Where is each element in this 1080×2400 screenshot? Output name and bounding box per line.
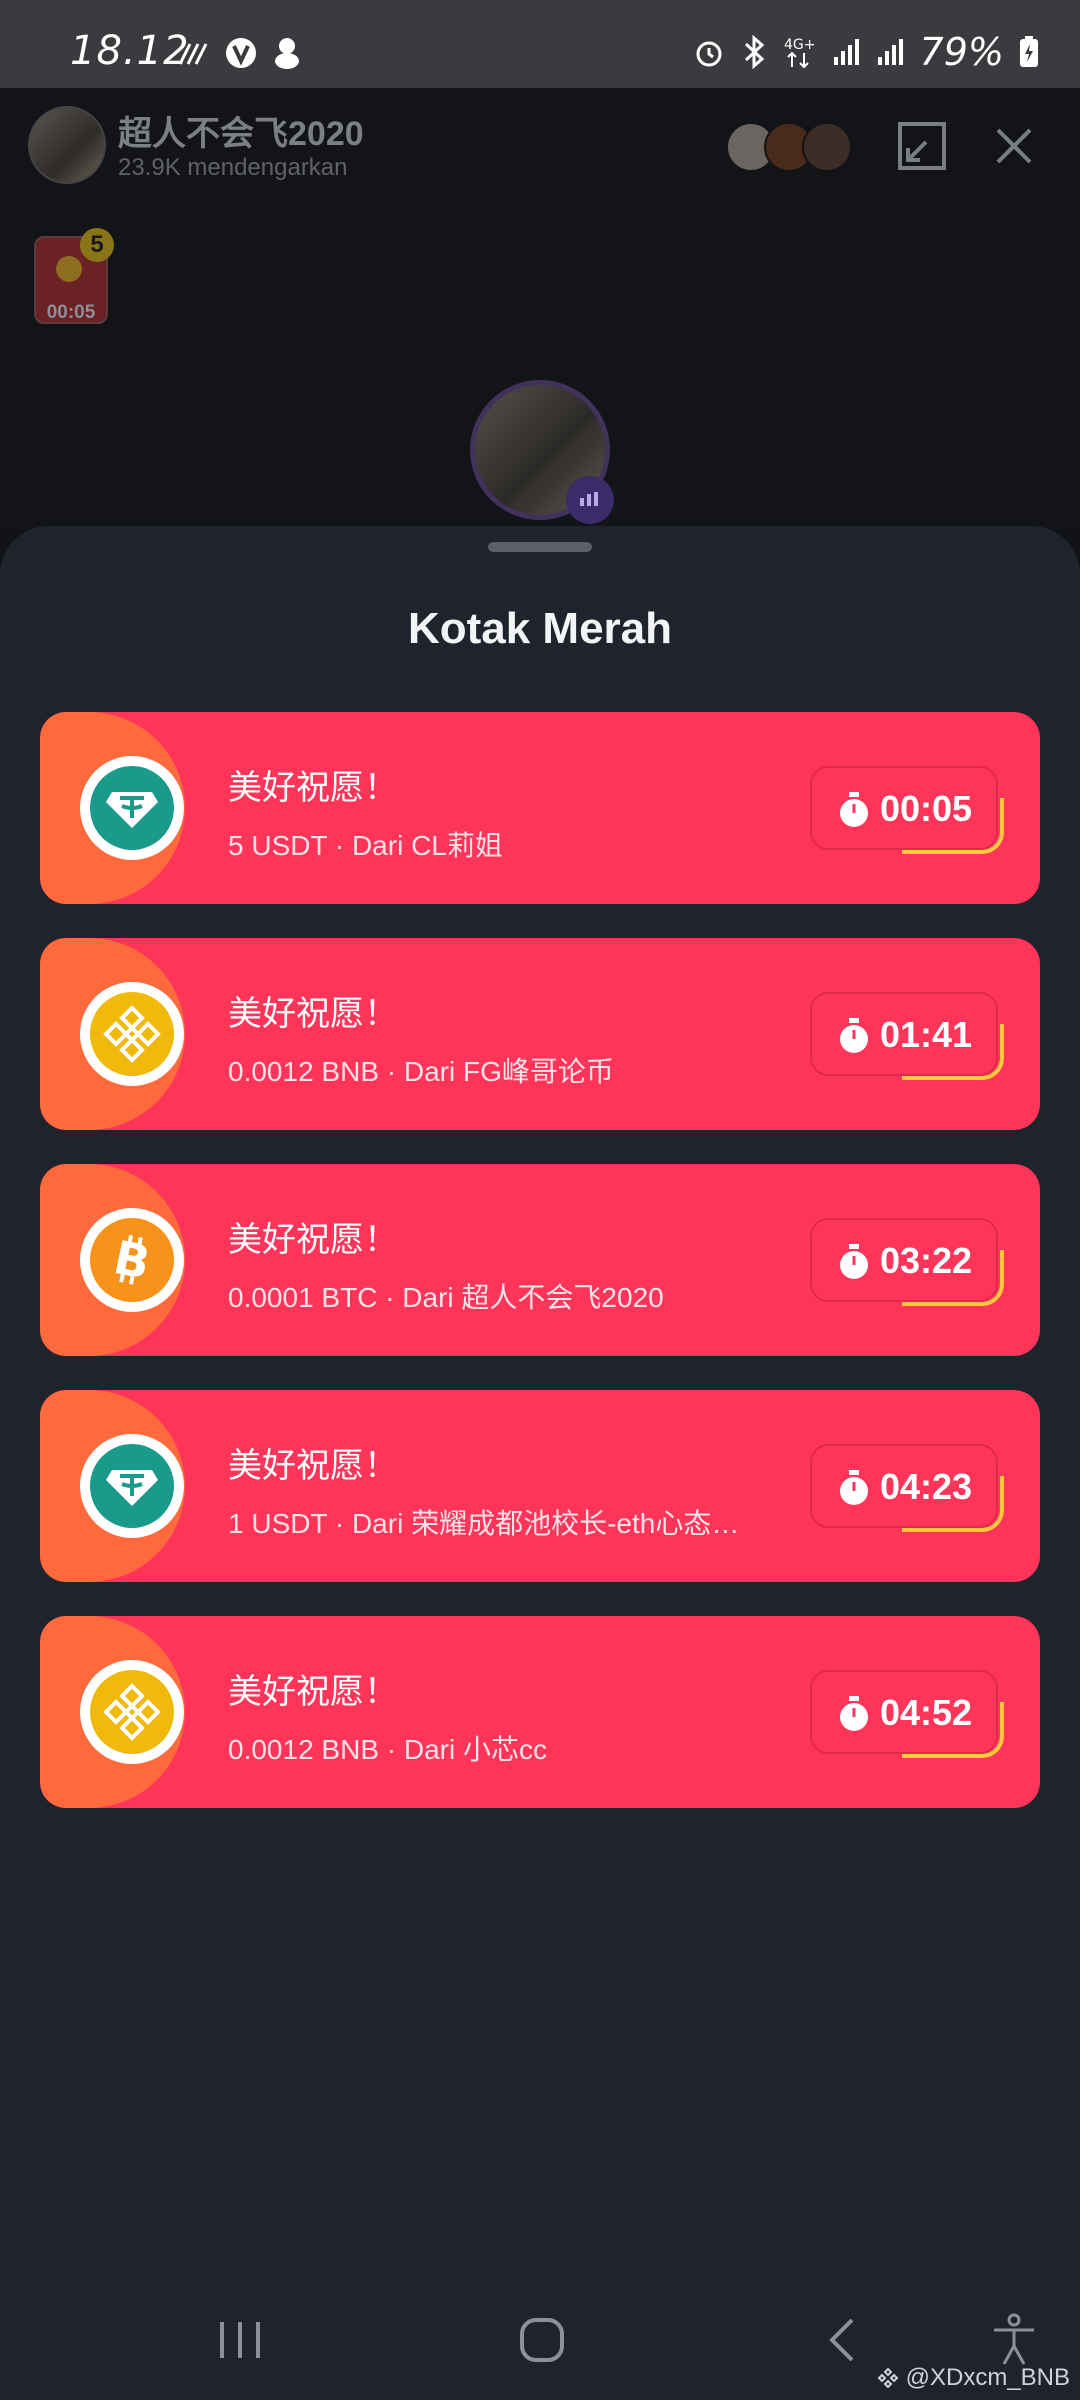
sheet-title: Kotak Merah (407, 604, 673, 653)
stopwatch-icon (840, 792, 868, 827)
red-box-card[interactable]: 美好祝愿！ 1 USDT · Dari 荣耀成都池校长-eth心态… 04:23 (40, 1390, 1040, 1582)
binance-logo-icon (877, 2367, 899, 2389)
card-title: 美好祝愿！ (228, 769, 398, 807)
status-left-icons (176, 36, 302, 70)
btc-icon: B (90, 1218, 174, 1302)
home-icon[interactable] (512, 2310, 572, 2370)
status-right-icons: 4G+ 79% (692, 30, 1040, 74)
signal-sim1-icon (833, 39, 859, 65)
live-room: 超人不会飞2020 23.9K mendengarkan 5 00:05 (0, 88, 1080, 528)
back-icon[interactable] (814, 2310, 874, 2370)
red-box-card[interactable]: 美好祝愿！ 0.0012 BNB · Dari 小芯cc 04:52 (40, 1616, 1040, 1808)
timer-text: 04:52 (880, 1692, 973, 1733)
card-title: 美好祝愿！ (228, 1221, 398, 1259)
watermark: @XDxcm_BNB (876, 2364, 1070, 2392)
battery-charging-icon (1020, 36, 1038, 67)
battery-percent: 79% (919, 30, 1004, 74)
bnb-icon (90, 1670, 174, 1754)
alarm-icon (696, 41, 722, 67)
timer-text: 03:22 (880, 1240, 973, 1281)
card-title: 美好祝愿！ (228, 995, 398, 1033)
countdown-timer: 01:41 (810, 992, 1004, 1080)
listener-count: 23.9K mendengarkan (118, 154, 348, 181)
viewer-avatar[interactable] (802, 122, 852, 172)
coin-icon (56, 256, 82, 282)
countdown-timer: 03:22 (810, 1218, 1004, 1306)
accessibility-icon[interactable] (984, 2310, 1044, 2370)
card-title: 美好祝愿！ (228, 1673, 398, 1711)
stopwatch-icon (840, 1696, 868, 1731)
app-notification-icon (275, 38, 299, 69)
sheet-drag-handle[interactable] (488, 542, 592, 552)
host-name[interactable]: 超人不会飞2020 (118, 106, 364, 155)
bluetooth-icon (744, 35, 764, 69)
red-box-card[interactable]: 美好祝愿！ 0.0012 BNB · Dari FG峰哥论币 01:41 (40, 938, 1040, 1130)
usdt-icon (90, 766, 174, 850)
red-box-card[interactable]: B 美好祝愿！ 0.0001 BTC · Dari 超人不会飞2020 03:2… (40, 1164, 1040, 1356)
screen: 18.12 4G+ 79% 超人不会飞2020 23.9K mendengark… (0, 0, 1080, 2400)
status-time: 18.12 (70, 28, 190, 74)
card-subtitle: 5 USDT · Dari CL莉姐 (228, 830, 503, 861)
svg-text:4G+: 4G+ (784, 37, 816, 53)
network-4g-icon: 4G+ (784, 37, 816, 69)
usdt-icon (90, 1444, 174, 1528)
timer-text: 04:23 (880, 1466, 973, 1507)
timer-text: 00:05 (880, 788, 973, 829)
coin-badge (80, 1660, 184, 1764)
stopwatch-icon (840, 1470, 868, 1505)
card-subtitle: 0.0012 BNB · Dari 小芯cc (228, 1734, 547, 1765)
stopwatch-icon (840, 1244, 868, 1279)
countdown-timer: 04:52 (810, 1670, 1004, 1758)
card-subtitle: 0.0001 BTC · Dari 超人不会飞2020 (228, 1282, 664, 1313)
recent-apps-icon[interactable] (210, 2310, 270, 2370)
card-title: 美好祝愿！ (228, 1447, 398, 1485)
system-nav-bar: @XDxcm_BNB (0, 2270, 1080, 2400)
coin-badge (80, 756, 184, 860)
close-icon[interactable] (990, 122, 1038, 170)
card-subtitle: 1 USDT · Dari 荣耀成都池校长-eth心态… (228, 1508, 740, 1539)
status-bar: 18.12 4G+ 79% (0, 0, 1080, 88)
red-box-timer: 00:05 (46, 302, 96, 323)
stopwatch-icon (840, 1018, 868, 1053)
red-box-card[interactable]: 美好祝愿！ 5 USDT · Dari CL莉姐 00:05 (40, 712, 1040, 904)
coin-badge (80, 1434, 184, 1538)
audio-level-icon (566, 476, 614, 524)
countdown-timer: 00:05 (810, 766, 1004, 854)
signal-activity-icon (178, 43, 208, 65)
timer-text: 01:41 (880, 1014, 973, 1055)
v-badge-icon (226, 38, 256, 68)
host-avatar[interactable] (28, 106, 106, 184)
bnb-icon (90, 992, 174, 1076)
minimize-icon[interactable] (896, 120, 948, 172)
card-subtitle: 0.0012 BNB · Dari FG峰哥论币 (228, 1056, 614, 1087)
coin-badge: B (80, 1208, 184, 1312)
countdown-timer: 04:23 (810, 1444, 1004, 1532)
signal-sim2-icon (877, 39, 903, 65)
coin-badge (80, 982, 184, 1086)
watermark-text: @XDxcm_BNB (905, 2364, 1070, 2391)
viewer-avatars[interactable] (726, 122, 852, 172)
red-box-sheet: Kotak Merah 美好祝愿！ 5 USDT · Dari CL莉姐 00:… (0, 526, 1080, 2400)
red-box-count: 5 (80, 228, 114, 262)
